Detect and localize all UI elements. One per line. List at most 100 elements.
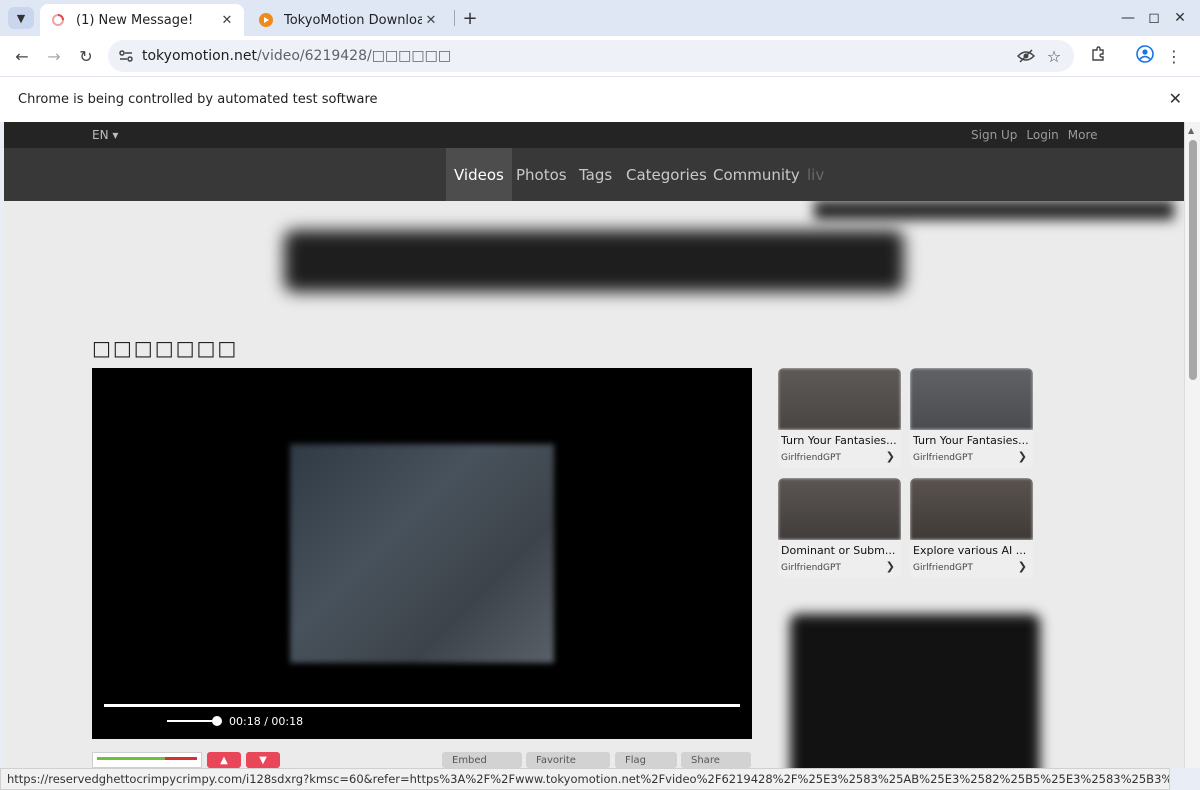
new-tab-button[interactable]: +: [458, 6, 482, 30]
thumbs-up-icon: ▲: [220, 754, 228, 766]
url-text: tokyomotion.net/video/6219428/□□□□□□: [142, 48, 451, 64]
nav-photos[interactable]: Photos: [508, 148, 575, 201]
promo-card[interactable]: Turn Your Fantasies... GirlfriendGPT ❯: [910, 368, 1033, 468]
reload-button[interactable]: ↻: [74, 44, 98, 68]
menu-button[interactable]: ⋮: [1162, 44, 1186, 68]
chevron-right-icon: ❯: [1017, 560, 1027, 573]
thumbs-down-icon: ▼: [259, 754, 267, 766]
eye-off-icon[interactable]: [1014, 44, 1038, 68]
loading-spinner-icon: [50, 12, 66, 28]
more-link[interactable]: More: [1068, 128, 1098, 142]
close-window-button[interactable]: ✕: [1168, 6, 1192, 30]
infobar-message: Chrome is being controlled by automated …: [18, 92, 378, 107]
share-button[interactable]: Share: [681, 752, 751, 768]
site-navbar: Videos Photos Tags Categories Community …: [4, 148, 1184, 201]
card-caption: Explore various AI ... GirlfriendGPT ❯: [910, 540, 1033, 578]
browser-toolbar: ← → ↻ tokyomotion.net/video/6219428/□□□□…: [0, 36, 1200, 76]
minimize-icon: —: [1121, 10, 1135, 26]
promo-card[interactable]: Turn Your Fantasies... GirlfriendGPT ❯: [778, 368, 901, 468]
video-player[interactable]: 00:18 / 00:18: [92, 368, 752, 739]
video-title: □□□□□□□: [92, 336, 239, 360]
minimize-button[interactable]: —: [1116, 6, 1140, 30]
profile-icon: [1136, 45, 1154, 67]
plus-icon: +: [462, 7, 478, 29]
card-source: GirlfriendGPT: [913, 563, 973, 573]
close-icon: ✕: [1174, 10, 1186, 26]
time-display: 00:18 / 00:18: [229, 715, 304, 728]
like-button[interactable]: ▲: [207, 752, 241, 768]
profile-button[interactable]: [1133, 44, 1157, 68]
flag-label: Flag: [625, 754, 647, 766]
sign-up-link[interactable]: Sign Up: [971, 128, 1017, 142]
card-caption: Turn Your Fantasies... GirlfriendGPT ❯: [778, 430, 901, 468]
card-thumbnail: [910, 478, 1033, 540]
nav-community[interactable]: Community: [705, 148, 808, 201]
scrollbar-thumb[interactable]: [1189, 140, 1197, 380]
blurred-banner-ad: [284, 230, 904, 292]
maximize-icon: ◻: [1148, 10, 1160, 26]
chevron-right-icon: ❯: [1017, 450, 1027, 463]
tab-title: (1) New Message!: [76, 12, 194, 28]
tab-strip: ▼ (1) New Message! ✕ TokyoMotion Downloa…: [0, 0, 1200, 36]
nav-live[interactable]: liv: [799, 148, 832, 201]
card-caption: Dominant or Subm... GirlfriendGPT ❯: [778, 540, 901, 578]
star-icon[interactable]: ☆: [1042, 44, 1066, 68]
favorite-label: Favorite: [536, 754, 576, 766]
back-button[interactable]: ←: [10, 44, 34, 68]
chevron-down-icon: ▼: [16, 11, 26, 25]
page-viewport: EN ▾ Sign Up Login More Videos Photos Ta…: [4, 122, 1184, 768]
chevron-right-icon: ❯: [885, 560, 895, 573]
card-source: GirlfriendGPT: [913, 453, 973, 463]
promo-card[interactable]: Dominant or Subm... GirlfriendGPT ❯: [778, 478, 901, 578]
caret-down-icon: ▾: [112, 128, 119, 142]
page-scrollbar[interactable]: ▲: [1184, 122, 1200, 768]
rating-positive: [97, 757, 165, 760]
arrow-left-icon: ←: [15, 46, 29, 66]
tune-icon[interactable]: [114, 44, 138, 68]
promo-card[interactable]: Explore various AI ... GirlfriendGPT ❯: [910, 478, 1033, 578]
language-selector[interactable]: EN ▾: [92, 128, 118, 142]
tab-title: TokyoMotion Downloader: [284, 12, 422, 28]
rating-bar: [92, 752, 202, 768]
extensions-button[interactable]: [1086, 44, 1110, 68]
card-source: GirlfriendGPT: [781, 563, 841, 573]
nav-tags[interactable]: Tags: [571, 148, 620, 201]
automation-infobar: Chrome is being controlled by automated …: [0, 76, 1200, 122]
embed-label: Embed: [452, 754, 487, 766]
scroll-up-icon[interactable]: ▲: [1188, 126, 1194, 135]
nav-categories[interactable]: Categories: [618, 148, 715, 201]
reload-icon: ↻: [79, 46, 93, 66]
card-title: Dominant or Subm...: [781, 544, 896, 557]
progress-bar[interactable]: [104, 704, 740, 707]
url-host: tokyomotion.net: [142, 48, 257, 64]
dislike-button[interactable]: ▼: [246, 752, 280, 768]
volume-slider[interactable]: [167, 720, 217, 722]
volume-knob[interactable]: [212, 716, 222, 726]
close-icon[interactable]: ✕: [422, 11, 440, 29]
tab-separator: [454, 10, 455, 26]
login-link[interactable]: Login: [1026, 128, 1058, 142]
card-title: Explore various AI ...: [913, 544, 1027, 557]
tab-new-message[interactable]: (1) New Message! ✕: [40, 4, 244, 36]
blurred-side-ad: [790, 614, 1040, 768]
forward-button[interactable]: →: [42, 44, 66, 68]
card-caption: Turn Your Fantasies... GirlfriendGPT ❯: [910, 430, 1033, 468]
address-bar[interactable]: tokyomotion.net/video/6219428/□□□□□□ ☆: [108, 40, 1074, 72]
embed-button[interactable]: Embed: [442, 752, 522, 768]
tab-search-button[interactable]: ▼: [8, 7, 34, 29]
site-topbar: EN ▾ Sign Up Login More: [4, 122, 1184, 148]
tab-tokyomotion-downloader[interactable]: TokyoMotion Downloader ✕: [248, 4, 448, 36]
arrow-right-icon: →: [47, 46, 61, 66]
blurred-header-ad: [814, 200, 1174, 220]
kebab-menu-icon: ⋮: [1166, 46, 1182, 66]
close-icon[interactable]: ✕: [218, 11, 236, 29]
account-links: Sign Up Login More: [971, 128, 1098, 142]
rating-negative: [165, 757, 197, 760]
video-frame: [290, 444, 554, 663]
favorite-button[interactable]: Favorite: [526, 752, 610, 768]
flag-button[interactable]: Flag: [615, 752, 677, 768]
nav-videos[interactable]: Videos: [446, 148, 512, 201]
close-icon[interactable]: ✕: [1169, 89, 1182, 108]
play-circle-icon: [258, 12, 274, 28]
maximize-button[interactable]: ◻: [1142, 6, 1166, 30]
